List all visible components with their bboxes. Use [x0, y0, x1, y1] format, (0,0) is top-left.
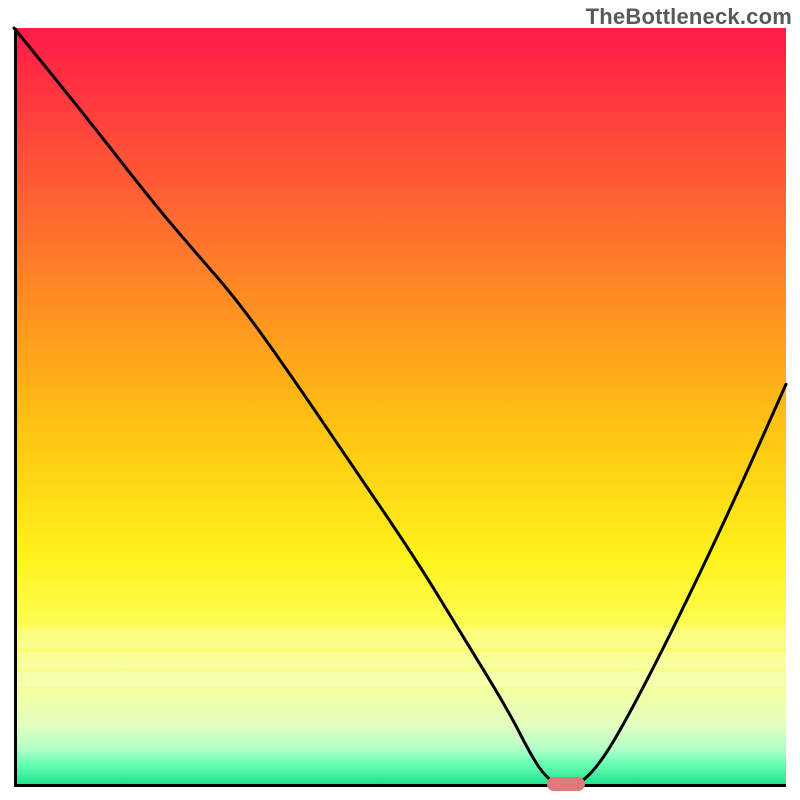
optimal-marker — [547, 777, 586, 791]
chart-container: TheBottleneck.com — [0, 0, 800, 800]
watermark-text: TheBottleneck.com — [586, 4, 792, 30]
bottleneck-curve — [14, 28, 786, 786]
curve-layer — [14, 28, 786, 786]
